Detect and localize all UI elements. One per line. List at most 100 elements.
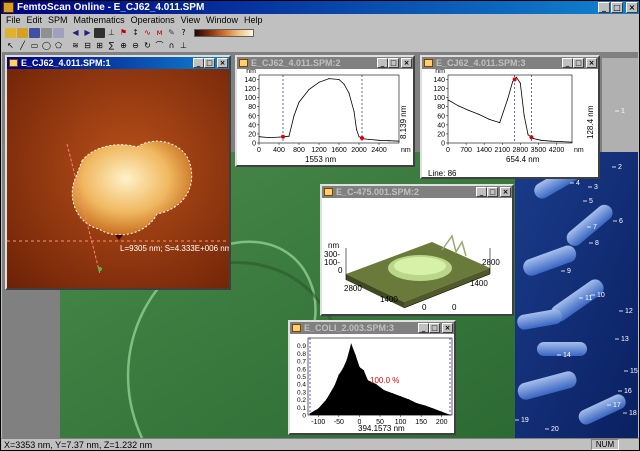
- tip-icon[interactable]: ⊥: [106, 28, 117, 38]
- tool-icon[interactable]: ✎: [166, 28, 177, 38]
- profile-point: [512, 81, 514, 83]
- menu-edit[interactable]: Edit: [25, 14, 47, 26]
- save-icon[interactable]: [29, 27, 40, 38]
- y-tick-label: 100: [244, 95, 256, 102]
- line-tool-icon[interactable]: ╱: [17, 41, 28, 51]
- view3d-minimize-button[interactable]: _: [476, 187, 487, 197]
- histogram-point: [354, 354, 356, 356]
- level-icon[interactable]: ⊟: [82, 41, 93, 51]
- print-icon[interactable]: [41, 27, 52, 38]
- menu-mathematics[interactable]: Mathematics: [72, 14, 129, 26]
- profile2-close-button[interactable]: ×: [586, 58, 597, 68]
- open-icon[interactable]: [17, 27, 28, 38]
- histogram-titlebar[interactable]: E_COLI_2.003.SPM:3 _ □ ×: [290, 322, 454, 334]
- x-tick-label: 1400: [476, 147, 492, 154]
- cube-doc-icon: [324, 188, 333, 196]
- histogram-close-button[interactable]: ×: [442, 323, 453, 333]
- app-titlebar[interactable]: FemtoScan Online - E_CJ62_4.011.SPM _ □ …: [1, 1, 639, 14]
- histogram-x-value: 394.1573 nm: [358, 424, 405, 433]
- profile1-minimize-button[interactable]: _: [377, 58, 388, 68]
- measure-icon[interactable]: ᴍ: [154, 28, 165, 38]
- rotate-icon[interactable]: ↻: [142, 41, 153, 51]
- scan-icon[interactable]: [94, 27, 105, 38]
- minimize-button[interactable]: _: [598, 2, 610, 13]
- histogram-minimize-button[interactable]: _: [418, 323, 429, 333]
- afm-image-window[interactable]: E_CJ62_4.011.SPM:1 _ □ × L=9305 nm; S=4.…: [5, 55, 231, 290]
- profile-window-2[interactable]: E_CJ62_4.011.SPM:3 _ □ × 0 20 40 60 80 100 120…: [420, 55, 600, 179]
- histogram-window[interactable]: E_COLI_2.003.SPM:3 _ □ × 0 0.1 0.2 0.3 0.4 0.…: [288, 320, 456, 435]
- profile1-titlebar[interactable]: E_CJ62_4.011.SPM:2 _ □ ×: [237, 57, 413, 69]
- arrow-left-icon[interactable]: ◀: [70, 28, 81, 38]
- menu-file[interactable]: File: [4, 14, 25, 26]
- profile1-close-button[interactable]: ×: [401, 58, 412, 68]
- app-icon: [3, 2, 14, 13]
- view3d-titlebar[interactable]: E_C-475.001.SPM:2 _ □ ×: [322, 186, 512, 198]
- ecoli-label: 7: [593, 224, 597, 231]
- pin-icon[interactable]: ⊥: [178, 41, 189, 51]
- profile-point: [468, 109, 470, 111]
- profile-point: [308, 89, 310, 91]
- help-icon[interactable]: ?: [178, 28, 189, 38]
- zoom-out-icon[interactable]: ⊖: [130, 41, 141, 51]
- afm-maximize-button[interactable]: □: [204, 58, 215, 68]
- afm-close-button[interactable]: ×: [217, 58, 228, 68]
- profile-point: [348, 92, 350, 94]
- menu-spm[interactable]: SPM: [46, 14, 72, 26]
- zoom-in-icon[interactable]: ⊕: [118, 41, 129, 51]
- profile2-maximize-button[interactable]: □: [573, 58, 584, 68]
- profile1-maximize-button[interactable]: □: [388, 58, 399, 68]
- magnet-icon[interactable]: ∩: [166, 41, 177, 51]
- copy-icon[interactable]: [53, 27, 64, 38]
- histogram-point: [346, 359, 348, 361]
- profile1-chart: 0 20 40 60 80 100 120 140 0 400 800 1200 1600 2000 240…: [244, 68, 411, 154]
- y-tick-label: 0.1: [297, 405, 306, 412]
- histogram-point: [342, 368, 344, 370]
- menu-view[interactable]: View: [179, 14, 204, 26]
- grid-icon[interactable]: ⊞: [94, 41, 105, 51]
- profile2-minimize-button[interactable]: _: [562, 58, 573, 68]
- histogram-point: [363, 369, 365, 371]
- rect-tool-icon[interactable]: ▭: [29, 41, 40, 51]
- graph-icon[interactable]: ∿: [142, 28, 153, 38]
- ecoli-label: 15: [630, 368, 638, 375]
- fft-icon[interactable]: ∑: [106, 41, 117, 51]
- approach-icon[interactable]: ↕: [130, 28, 141, 38]
- maximize-button[interactable]: □: [611, 2, 623, 13]
- profile-window-1[interactable]: E_CJ62_4.011.SPM:2 _ □ × 0 20 40 60 80 100 120…: [235, 55, 415, 167]
- profile-point: [506, 99, 508, 101]
- histogram-title: E_COLI_2.003.SPM:3: [304, 323, 395, 333]
- view3d-close-button[interactable]: ×: [500, 187, 511, 197]
- ellipse-tool-icon[interactable]: ◯: [41, 41, 52, 51]
- ecoli-label: 17: [613, 402, 621, 409]
- afm-window-titlebar[interactable]: E_CJ62_4.011.SPM:1 _ □ ×: [7, 57, 229, 69]
- profile-point: [398, 140, 400, 142]
- pointer-icon[interactable]: ↖: [5, 41, 16, 51]
- filter-icon[interactable]: ≋: [70, 41, 81, 51]
- ecoli-label: 11: [585, 295, 592, 302]
- open-folder-icon[interactable]: [5, 27, 16, 38]
- histogram-point: [350, 343, 352, 345]
- arrow-right-icon[interactable]: ▶: [82, 28, 93, 38]
- toolbar-main: ◀ ▶ ⊥ ⚑ ↕ ∿ ᴍ ✎ ?: [1, 26, 639, 39]
- y-tick-label: 120: [433, 86, 445, 93]
- profile1-title: E_CJ62_4.011.SPM:2: [251, 58, 341, 68]
- profile2-titlebar[interactable]: E_CJ62_4.011.SPM:3 _ □ ×: [422, 57, 598, 69]
- x-tick-label: 0: [446, 147, 450, 154]
- afm-minimize-button[interactable]: _: [193, 58, 204, 68]
- profile-icon[interactable]: ⌒: [154, 41, 165, 51]
- menu-operations[interactable]: Operations: [129, 14, 179, 26]
- close-button[interactable]: ×: [626, 2, 638, 13]
- menu-help[interactable]: Help: [242, 14, 267, 26]
- status-coordinates: X=3353 nm, Y=7.37 nm, Z=1.232 nm: [4, 440, 153, 450]
- polygon-tool-icon[interactable]: ⬠: [53, 41, 64, 51]
- histogram-maximize-button[interactable]: □: [429, 323, 440, 333]
- afm-image-canvas[interactable]: L=9305 nm; S=4.333E+006 nm×nm: [7, 69, 229, 288]
- color-palette[interactable]: [194, 28, 254, 37]
- flag-icon[interactable]: ⚑: [118, 28, 129, 38]
- y-tick-label: 0: [252, 141, 256, 148]
- profile-point: [571, 141, 573, 143]
- view3d-maximize-button[interactable]: □: [487, 187, 498, 197]
- afm-image: [7, 69, 229, 288]
- view3d-window[interactable]: E_C-475.001.SPM:2 _ □ × nm 300- 100- 0 2…: [320, 184, 514, 316]
- menu-window[interactable]: Window: [204, 14, 242, 26]
